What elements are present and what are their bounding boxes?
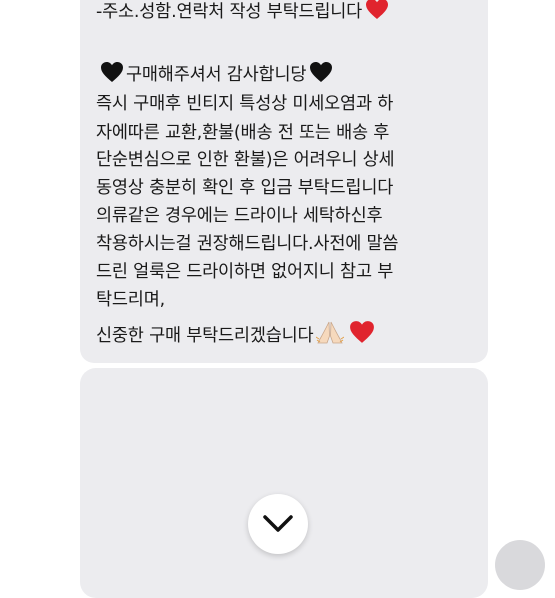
- red-heart-icon: [349, 320, 375, 350]
- red-heart-icon: [365, 0, 389, 26]
- message-line: 탁드리며,: [96, 290, 165, 310]
- message-line: 단순변심으로 인한 환불)은 어려우니 상세: [96, 150, 395, 170]
- message-line: 동영상 충분히 확인 후 입금 부탁드립니다: [96, 178, 394, 198]
- avatar[interactable]: [495, 540, 545, 590]
- message-line: 의류같은 경우에는 드라이나 세탁하신후: [96, 206, 383, 226]
- message-line: 착용하시는걸 권장해드립니다.사전에 말씀: [96, 234, 399, 254]
- praying-hands-icon: [316, 320, 345, 350]
- message-line: 드린 얼룩은 드라이하면 없어지니 참고 부: [96, 262, 394, 282]
- message-line: 자에따른 교환,환불(배송 전 또는 배송 후: [96, 123, 390, 143]
- message-bubble-next: [80, 368, 488, 598]
- message-line: 신중한 구매 부탁드리겠습니다: [96, 320, 375, 350]
- black-heart-icon: [100, 61, 124, 89]
- message-line: 구매해주셔서 감사합니당: [100, 61, 333, 89]
- message-line: -주소.성함.연락처 작성 부탁드립니다: [96, 0, 389, 26]
- black-heart-icon: [309, 61, 333, 89]
- message-line: 즉시 구매후 빈티지 특성상 미세오염과 하: [96, 94, 394, 114]
- scroll-down-button[interactable]: [248, 494, 308, 554]
- chevron-down-icon: [263, 515, 293, 532]
